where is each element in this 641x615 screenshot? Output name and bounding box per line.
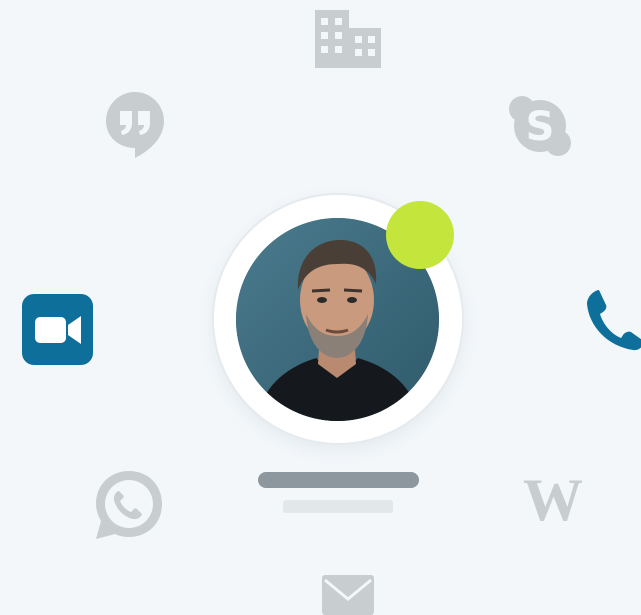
phone-icon[interactable] bbox=[583, 288, 641, 354]
hangouts-icon[interactable] bbox=[106, 92, 164, 158]
video-call-icon[interactable] bbox=[22, 294, 93, 365]
svg-text:W: W bbox=[523, 472, 583, 528]
contact-subtitle-placeholder bbox=[283, 500, 393, 513]
skype-icon[interactable]: S bbox=[508, 95, 572, 157]
mail-icon[interactable] bbox=[322, 575, 374, 615]
online-status-indicator bbox=[386, 201, 454, 269]
contact-name-placeholder bbox=[258, 472, 419, 488]
whatsapp-icon[interactable] bbox=[93, 469, 165, 541]
svg-text:S: S bbox=[526, 104, 555, 150]
building-icon[interactable] bbox=[315, 10, 381, 68]
wordpress-icon[interactable]: W bbox=[520, 472, 586, 528]
